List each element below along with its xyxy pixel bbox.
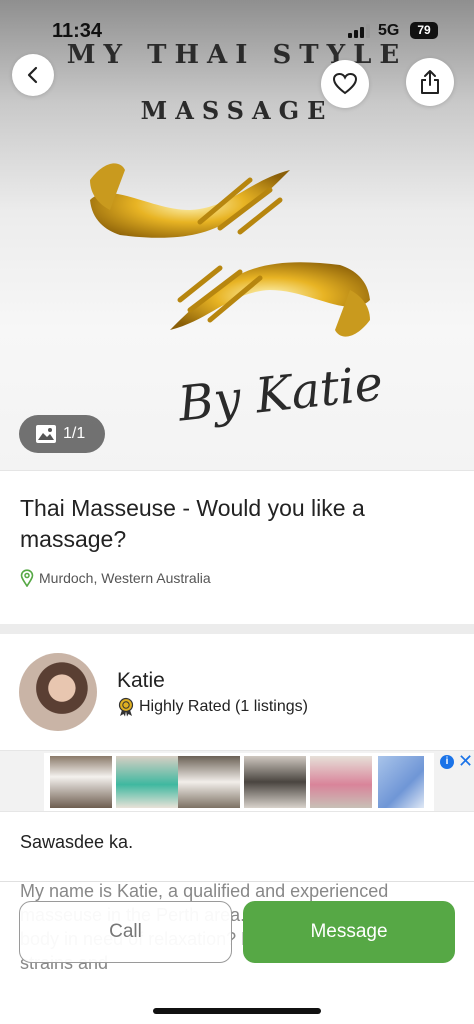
ad-product-image[interactable] bbox=[50, 756, 112, 808]
ad-product-image[interactable] bbox=[116, 756, 178, 808]
network-label: 5G bbox=[378, 22, 400, 39]
ad-product-image[interactable] bbox=[378, 756, 424, 808]
advertisement-banner[interactable]: i ✕ bbox=[0, 750, 474, 812]
description-greeting: Sawasdee ka. bbox=[20, 832, 134, 852]
location-label: Murdoch, Western Australia bbox=[39, 570, 211, 586]
ad-content[interactable]: i ✕ bbox=[44, 751, 473, 811]
logo-title-line1: MY THAI STYLE bbox=[66, 40, 408, 70]
contact-action-bar: Call Message bbox=[0, 898, 474, 968]
seller-card[interactable]: Katie Highly Rated (1 listings) bbox=[0, 634, 474, 750]
heart-icon bbox=[332, 72, 358, 95]
image-icon bbox=[36, 425, 56, 443]
seller-rating-label: Highly Rated (1 listings) bbox=[139, 698, 308, 715]
home-indicator[interactable] bbox=[153, 1008, 321, 1014]
location-pin-icon bbox=[20, 569, 34, 587]
ad-product-image[interactable] bbox=[244, 756, 306, 808]
back-button[interactable] bbox=[12, 54, 54, 96]
photo-count-label: 1/1 bbox=[63, 425, 86, 442]
ad-product-image[interactable] bbox=[310, 756, 372, 808]
golden-hands-logo bbox=[90, 163, 370, 337]
listing-location[interactable]: Murdoch, Western Australia bbox=[20, 569, 211, 587]
battery-icon: 79 bbox=[410, 22, 438, 39]
section-divider bbox=[0, 624, 474, 634]
back-icon bbox=[27, 66, 38, 84]
signal-icon bbox=[348, 24, 370, 38]
message-button[interactable]: Message bbox=[243, 901, 455, 963]
hero-image[interactable]: 11:34 5G 79 MY THAI STYLE MASSAGE By Kat… bbox=[0, 0, 474, 470]
share-button[interactable] bbox=[406, 58, 454, 106]
seller-name: Katie bbox=[117, 669, 165, 692]
favorite-button[interactable] bbox=[321, 60, 369, 108]
ad-close-icon[interactable]: ✕ bbox=[458, 751, 473, 772]
avatar[interactable] bbox=[19, 653, 97, 731]
ad-product-image[interactable] bbox=[178, 756, 240, 808]
seller-rating: Highly Rated (1 listings) bbox=[117, 697, 308, 717]
logo-title-line2: MASSAGE bbox=[140, 96, 334, 125]
ad-info-icon[interactable]: i bbox=[440, 755, 454, 769]
call-button[interactable]: Call bbox=[19, 901, 232, 963]
photo-count-badge[interactable]: 1/1 bbox=[19, 415, 105, 453]
listing-header: Thai Masseuse - Would you like a massage… bbox=[0, 470, 474, 624]
listing-title: Thai Masseuse - Would you like a massage… bbox=[20, 495, 365, 552]
award-icon bbox=[118, 697, 134, 717]
share-icon bbox=[421, 70, 439, 94]
